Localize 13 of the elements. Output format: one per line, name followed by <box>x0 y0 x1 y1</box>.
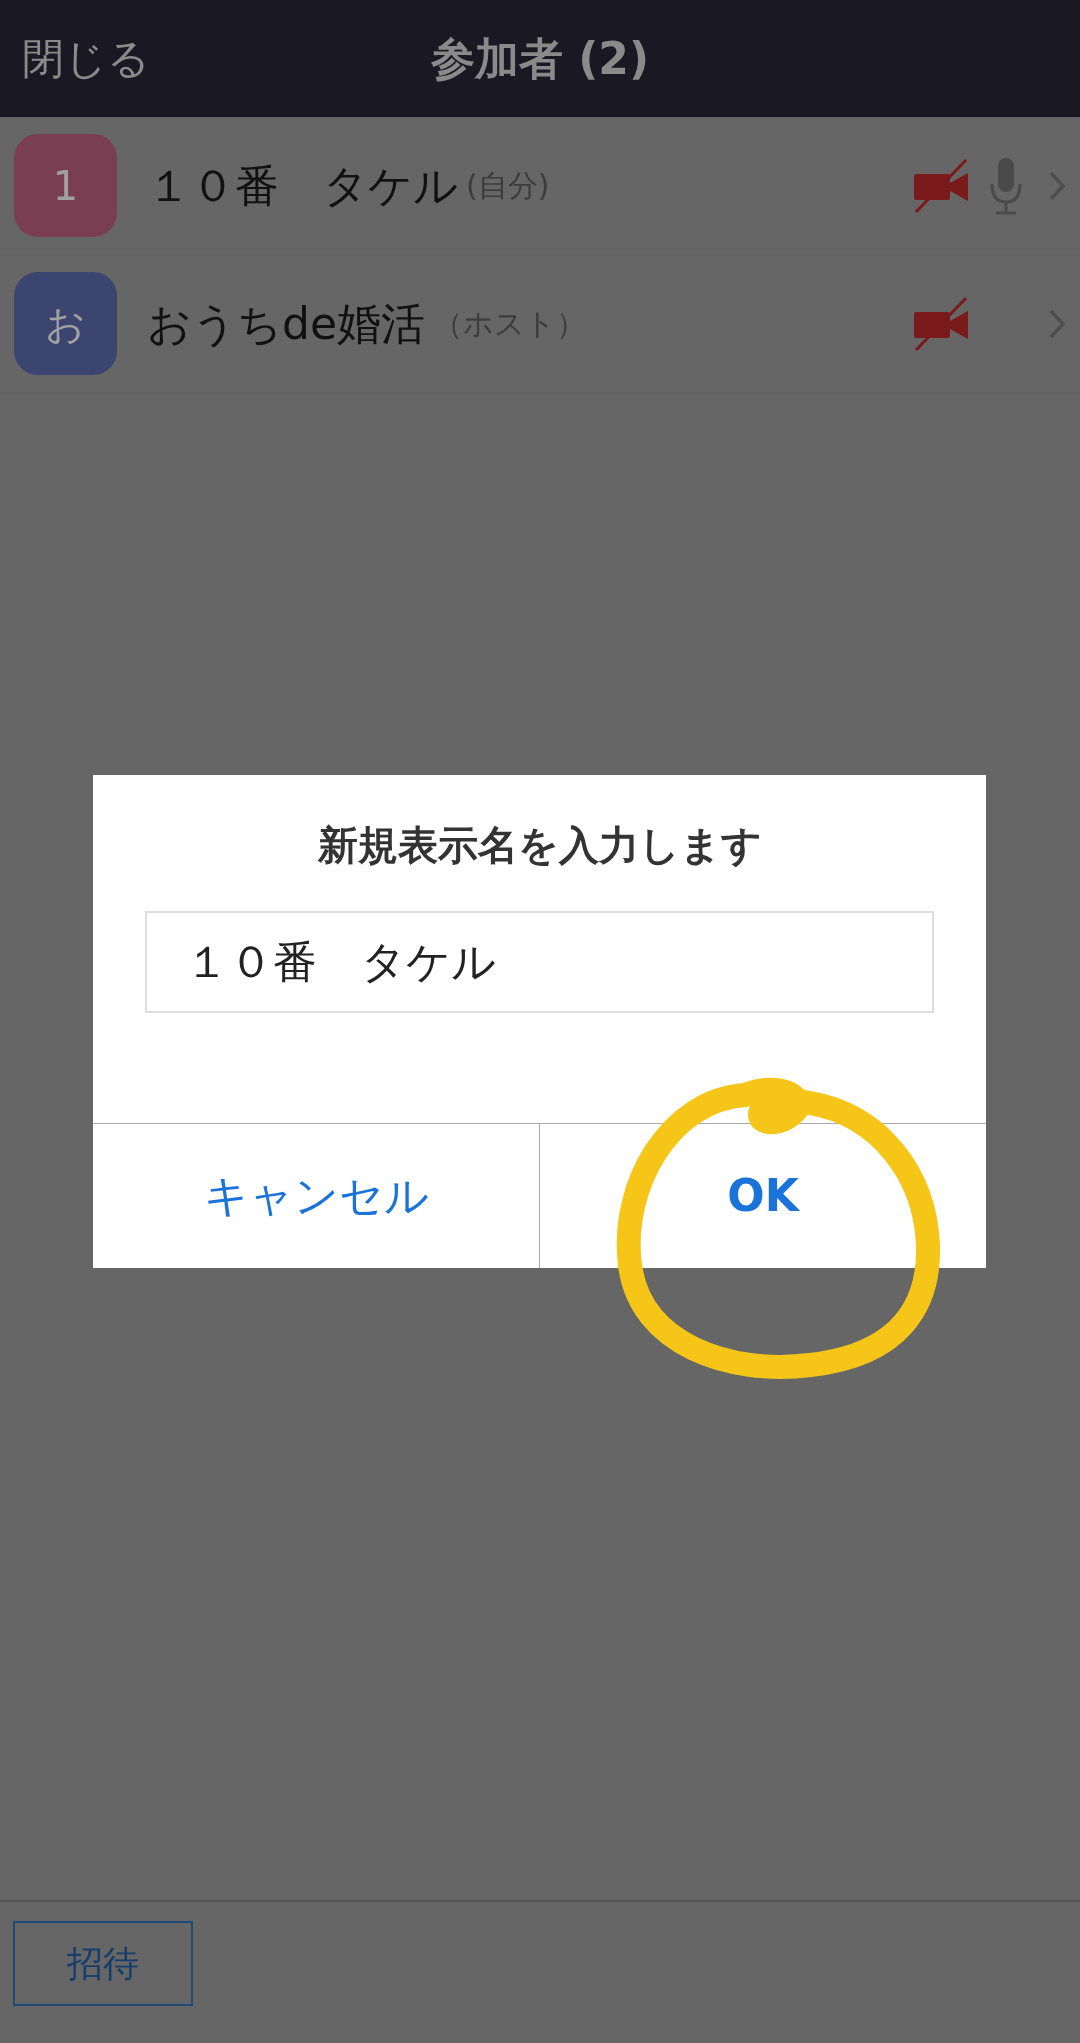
avatar: お <box>14 272 117 375</box>
dialog-title: 新規表示名を入力します <box>316 821 763 870</box>
participant-name: １０番 タケル <box>147 158 458 213</box>
screen-title: 参加者 (2) <box>430 31 650 86</box>
close-button[interactable]: 閉じる <box>22 27 150 90</box>
avatar: 1 <box>14 134 117 237</box>
microphone-icon <box>988 155 1024 216</box>
chevron-icon <box>1048 169 1066 202</box>
chevron-icon <box>1048 307 1066 340</box>
dialog-button[interactable]: キャンセル <box>93 1124 539 1268</box>
name-field[interactable]: １０番 タケル <box>145 911 934 1013</box>
dialog-button[interactable]: OK <box>539 1124 986 1268</box>
participant-name: おうちde婚活 <box>147 296 425 351</box>
